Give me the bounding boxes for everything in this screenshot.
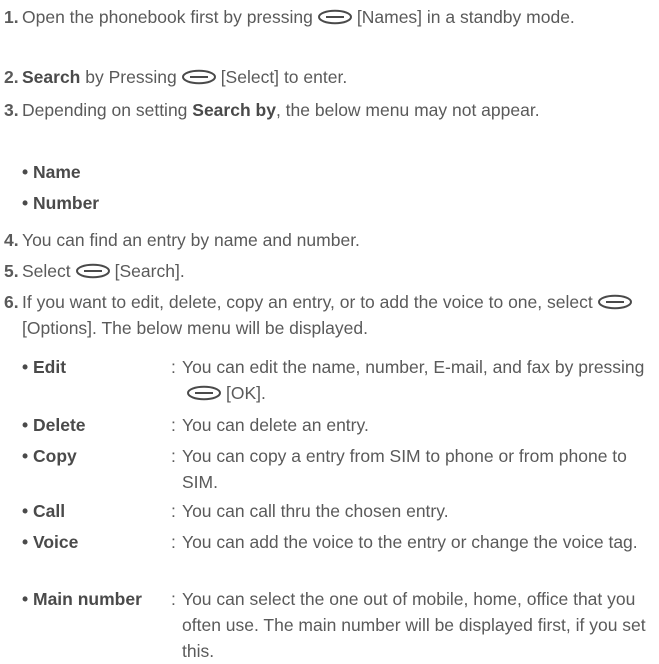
step-2-text: by Pressing (85, 67, 177, 87)
option-colon: : (171, 589, 176, 609)
delete-description: You can delete an entry. (182, 415, 369, 435)
search-by-term: Search by (192, 100, 276, 120)
soft-key-icon (597, 294, 633, 310)
step-1-text: Open the phonebook first by pressing (22, 7, 313, 27)
option-term: • Delete (22, 415, 86, 435)
option-description: : You can call thru the chosen entry. (171, 498, 651, 524)
step-text: Open the phonebook first by pressing [Nam… (22, 4, 647, 30)
option-colon: : (171, 357, 176, 377)
manual-page: 1. Open the phonebook first by pressing [… (0, 0, 659, 663)
voice-description: You can add the voice to the entry or ch… (182, 532, 638, 552)
option-term: • Copy (22, 446, 77, 466)
option-number: • Number (22, 193, 100, 213)
option-colon: : (171, 501, 176, 521)
edit-description: You can edit the name, number, E-mail, a… (182, 357, 645, 377)
option-description: : You can edit the name, number, E-mail,… (171, 354, 651, 406)
soft-key-icon (186, 385, 222, 401)
option-colon: : (171, 415, 176, 435)
step-6-text: If you want to edit, delete, copy an ent… (22, 292, 593, 312)
step-1-text-end: in a standby mode. (426, 7, 575, 27)
step-number: 3. (4, 100, 19, 120)
ok-key-label: [OK]. (226, 383, 266, 403)
soft-key-icon (75, 263, 111, 279)
step-text: Depending on setting Search by, the belo… (22, 97, 647, 123)
step-3-text: Depending on setting (22, 100, 188, 120)
step-3-text-end: , the below menu may not appear. (275, 100, 540, 120)
step-text: If you want to edit, delete, copy an ent… (22, 289, 647, 341)
step-number: 4. (4, 230, 19, 250)
option-colon: : (171, 446, 176, 466)
main-number-description: You can select the one out of mobile, ho… (182, 589, 646, 661)
step-number: 1. (4, 7, 19, 27)
step-number: 6. (4, 292, 19, 312)
step-number: 5. (4, 261, 19, 281)
soft-key-icon (181, 69, 217, 85)
step-number: 2. (4, 67, 19, 87)
step-6-text-end: The below menu will be displayed. (101, 318, 368, 338)
option-term: • Edit (22, 357, 67, 377)
step-text: Search by Pressing [Select] to enter. (22, 64, 647, 90)
select-key-label: [Select] (220, 67, 280, 87)
step-text: You can find an entry by name and number… (22, 230, 360, 250)
option-term: • Main number (22, 589, 142, 609)
search-key-label: [Search]. (114, 261, 185, 281)
step-2-text-end: to enter. (283, 67, 348, 87)
soft-key-icon (317, 9, 353, 25)
option-colon: : (171, 532, 176, 552)
copy-description: You can copy a entry from SIM to phone o… (182, 446, 627, 492)
option-description: : You can delete an entry. (171, 412, 651, 438)
option-term: • Call (22, 501, 66, 521)
search-term: Search (22, 67, 81, 87)
option-name: • Name (22, 162, 81, 182)
option-description: : You can select the one out of mobile, … (171, 586, 651, 664)
option-term: • Voice (22, 532, 79, 552)
call-description: You can call thru the chosen entry. (182, 501, 449, 521)
step-5-text: Select (22, 261, 71, 281)
names-key-label: [Names] (356, 7, 423, 27)
option-description: : You can add the voice to the entry or … (171, 529, 651, 555)
step-text: Select [Search]. (22, 258, 647, 284)
option-description: : You can copy a entry from SIM to phone… (171, 443, 651, 495)
options-key-label: [Options]. (22, 318, 97, 338)
